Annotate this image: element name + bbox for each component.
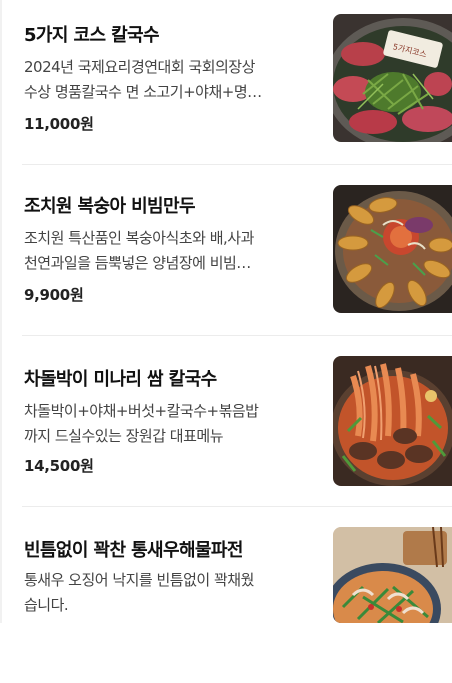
seafood-pancake-photo	[333, 527, 452, 623]
menu-item-price: 11,000원	[24, 115, 94, 133]
menu-item[interactable]: 차돌박이 미나리 쌈 칼국수 차돌박이+야채+버섯+칼국수+볶음밥 까지 드실수…	[0, 342, 452, 512]
menu-item-description: 통새우 오징어 낙지를 빈틈없이 꽉채웠 습니다.	[24, 568, 320, 618]
menu-item-price: 14,500원	[24, 457, 94, 475]
menu-item[interactable]: 조치원 복숭아 비빔만두 조치원 특산품인 복숭아식초와 배,사과 천연과일을 …	[0, 171, 452, 341]
description-line: 통새우 오징어 낙지를 빈틈없이 꽉채웠	[24, 571, 254, 589]
menu-item-name: 차돌박이 미나리 쌈 칼국수	[24, 369, 217, 390]
menu-item-name: 5가지 코스 칼국수	[24, 25, 160, 46]
menu-item-name: 빈틈없이 꽉찬 통새우해물파전	[24, 540, 243, 561]
description-line: 까지 드실수있는 장원갑 대표메뉴	[24, 427, 224, 445]
menu-item-description: 차돌박이+야채+버섯+칼국수+볶음밥 까지 드실수있는 장원갑 대표메뉴	[24, 399, 320, 449]
description-line: 습니다.	[24, 596, 69, 614]
divider	[22, 164, 452, 165]
description-line: 수상 명품칼국수 면 소고기+야채+명…	[24, 83, 262, 101]
description-line: 천연과일을 듬뿍넣은 양념장에 비빔…	[24, 254, 251, 272]
menu-item-price: 9,900원	[24, 286, 84, 304]
divider	[22, 506, 452, 507]
bibim-dumpling-photo	[333, 185, 452, 313]
spicy-noodle-hotpot-photo	[333, 356, 452, 486]
menu-item[interactable]: 빈틈없이 꽉찬 통새우해물파전 통새우 오징어 낙지를 빈틈없이 꽉채웠 습니다…	[0, 513, 452, 683]
menu-item-description: 2024년 국제요리경연대회 국회의장상 수상 명품칼국수 면 소고기+야채+명…	[24, 55, 320, 105]
menu-item-name: 조치원 복숭아 비빔만두	[24, 196, 196, 217]
beef-noodle-hotpot-photo: 5가지코스	[333, 14, 452, 142]
divider	[22, 335, 452, 336]
description-line: 조치원 특산품인 복숭아식초와 배,사과	[24, 229, 254, 247]
description-line: 2024년 국제요리경연대회 국회의장상	[24, 58, 255, 76]
menu-item-description: 조치원 특산품인 복숭아식초와 배,사과 천연과일을 듬뿍넣은 양념장에 비빔…	[24, 226, 320, 276]
menu-item[interactable]: 5가지 코스 칼국수 2024년 국제요리경연대회 국회의장상 수상 명품칼국수…	[0, 0, 452, 170]
description-line: 차돌박이+야채+버섯+칼국수+볶음밥	[24, 402, 259, 420]
